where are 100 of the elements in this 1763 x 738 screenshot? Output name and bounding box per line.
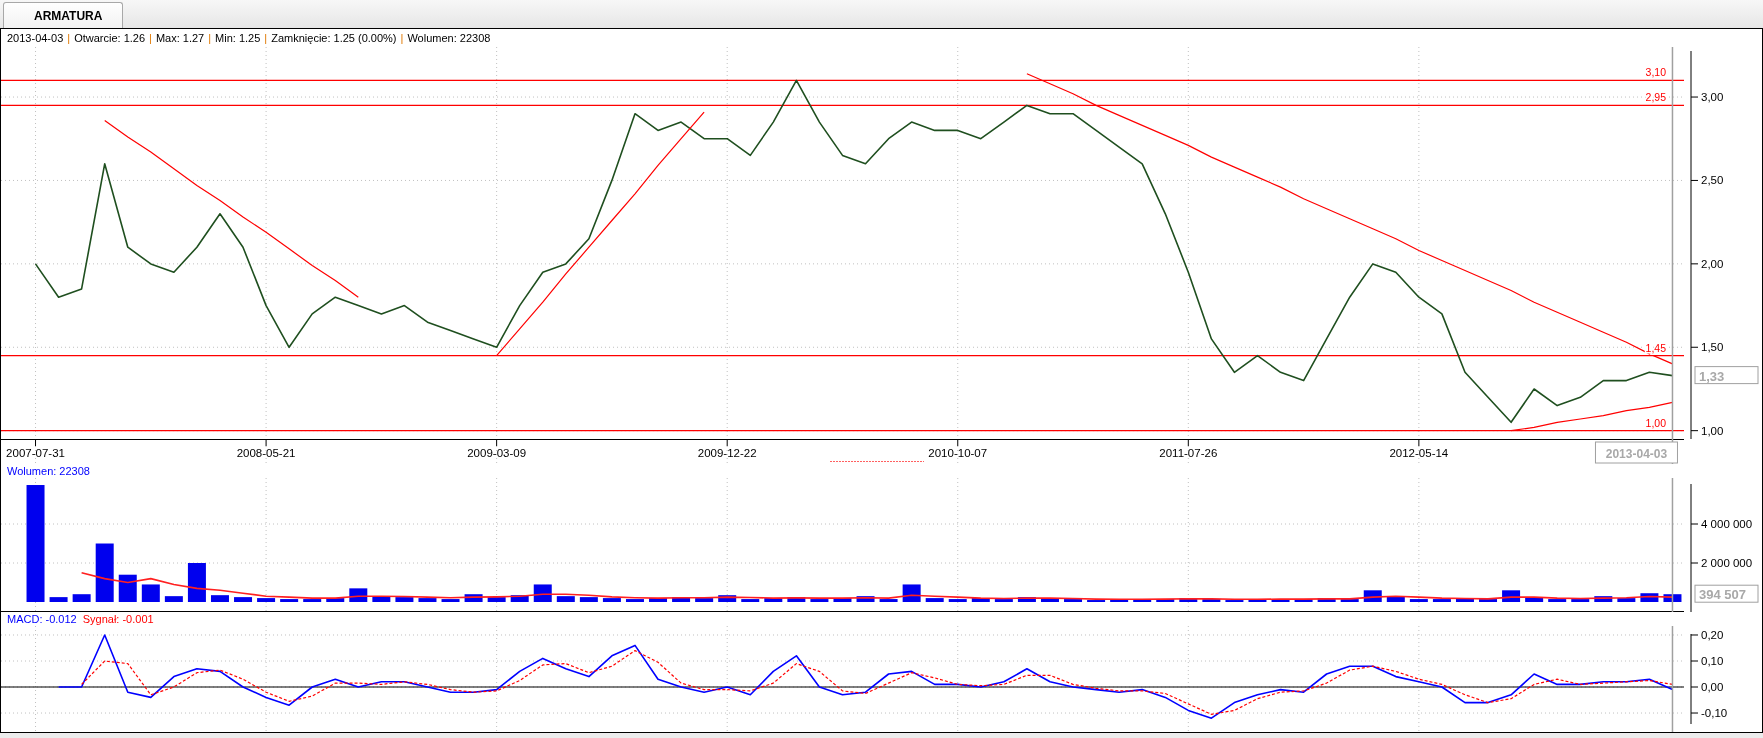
- axis-label: 2012-05-14: [1389, 447, 1449, 459]
- volume-bar: [672, 597, 691, 602]
- volume-bar: [1386, 596, 1405, 602]
- volume-bar: [1133, 599, 1152, 602]
- value-marker: 1,33: [1694, 366, 1759, 385]
- axis-label: 1,00: [1701, 424, 1724, 437]
- volume-bar: [787, 597, 806, 602]
- axis-label: 0,10: [1701, 655, 1724, 667]
- volume-bar: [1248, 599, 1267, 602]
- volume-bar: [1479, 599, 1498, 602]
- volume-bar: [1340, 599, 1359, 602]
- volume-bar: [718, 595, 737, 602]
- volume-bar: [1017, 597, 1036, 602]
- axis-label: 0,20: [1701, 629, 1724, 641]
- separator: |: [67, 32, 71, 44]
- quote-field: Otwarcie: 1.26: [74, 32, 146, 44]
- volume-bar: [994, 599, 1013, 602]
- volume-bar: [464, 594, 483, 602]
- volume-bar: [395, 597, 414, 602]
- volume-bar: [1525, 597, 1544, 602]
- volume-bar: [948, 599, 967, 602]
- separator: |: [264, 32, 268, 44]
- volume-bar: [187, 563, 206, 602]
- volume-bar: [1317, 598, 1336, 602]
- quote-field: Max: 1.27: [155, 32, 205, 44]
- volume-bar: [856, 596, 875, 602]
- volume-bar: [649, 598, 668, 602]
- volume-bar: [280, 599, 299, 602]
- volume-bar: [441, 599, 460, 602]
- quote-field: 2013-04-03: [7, 32, 64, 44]
- volume-bar: [1409, 599, 1428, 602]
- volume-bar: [556, 596, 575, 602]
- axis-label: 2011-07-26: [1159, 447, 1218, 459]
- quote-field: Min: 1.25: [215, 32, 261, 44]
- date-marker: 2013-04-03: [1594, 441, 1678, 464]
- volume-bar: [1156, 599, 1175, 602]
- volume-bar: [1640, 593, 1659, 602]
- axis-label: 2,50: [1701, 174, 1724, 187]
- volume-bar: [1663, 594, 1682, 602]
- volume-bar: [164, 596, 183, 602]
- separator: |: [149, 32, 152, 44]
- level-label: 1,45: [1645, 341, 1666, 354]
- axis-label: 0,00: [1701, 681, 1724, 693]
- volume-bar: [741, 599, 760, 602]
- axis-label: -0,10: [1701, 707, 1728, 719]
- level-label: 3,10: [1645, 66, 1666, 79]
- volume-bar: [1179, 598, 1198, 602]
- axis-label: 2008-05-21: [236, 447, 296, 459]
- volume-label: Wolumen: 22308: [7, 465, 90, 477]
- volume-bar: [326, 598, 345, 602]
- volume-bar: [303, 599, 322, 602]
- indicator-label: MACD: -0.012: [7, 613, 77, 625]
- volume-bar: [810, 599, 829, 602]
- volume-bar: [579, 597, 598, 602]
- axis-label: 2010-10-07: [928, 447, 988, 459]
- volume-bar: [602, 598, 621, 602]
- volume-bar: [1064, 599, 1083, 602]
- indicator-label: Sygnał: -0.001: [82, 613, 154, 625]
- volume-bar: [234, 597, 253, 602]
- axis-label: 2 000 000: [1701, 557, 1753, 569]
- volume-bar: [1432, 599, 1451, 602]
- volume-bar: [1617, 598, 1636, 602]
- chart-tab[interactable]: ARMATURA: [3, 2, 124, 28]
- axis-label: 2009-12-22: [697, 447, 757, 459]
- value-marker: 394 507: [1694, 584, 1759, 603]
- volume-bar: [49, 597, 68, 602]
- volume-bar: [879, 599, 898, 602]
- axis-label: 2007-07-31: [6, 447, 65, 459]
- volume-bar: [118, 574, 137, 602]
- volume-bar: [418, 598, 437, 602]
- level-label: 2,95: [1645, 91, 1666, 104]
- volume-bar: [1548, 599, 1567, 602]
- volume-bar: [257, 598, 276, 602]
- volume-bar: [902, 584, 921, 602]
- volume-bar: [1202, 599, 1221, 602]
- volume-bar: [372, 596, 391, 602]
- axis-label: 4 000 000: [1701, 518, 1753, 530]
- volume-bar: [695, 598, 714, 602]
- volume-bar: [1294, 599, 1313, 602]
- volume-bar: [510, 595, 529, 602]
- volume-bar: [210, 595, 229, 602]
- axis-label: 2009-03-09: [467, 447, 527, 459]
- volume-bar: [1594, 596, 1613, 602]
- volume-bar: [1040, 598, 1059, 602]
- axis-label: 2,00: [1701, 257, 1724, 270]
- volume-bar: [1110, 599, 1129, 602]
- separator: |: [400, 32, 404, 44]
- quote-field: Wolumen: 22308: [407, 32, 491, 44]
- volume-bar: [95, 543, 114, 602]
- volume-bar: [72, 594, 91, 602]
- axis-label: 3,00: [1701, 91, 1724, 104]
- level-label: 1,00: [1645, 416, 1666, 429]
- volume-bar: [487, 597, 506, 602]
- volume-bar: [833, 598, 852, 602]
- separator: |: [208, 32, 212, 44]
- volume-bar: [1571, 599, 1590, 602]
- quote-field: Zamknięcie: 1.25 (0.00%): [271, 32, 397, 44]
- volume-bar: [1271, 599, 1290, 602]
- volume-bar: [925, 598, 944, 602]
- volume-bar: [625, 599, 644, 602]
